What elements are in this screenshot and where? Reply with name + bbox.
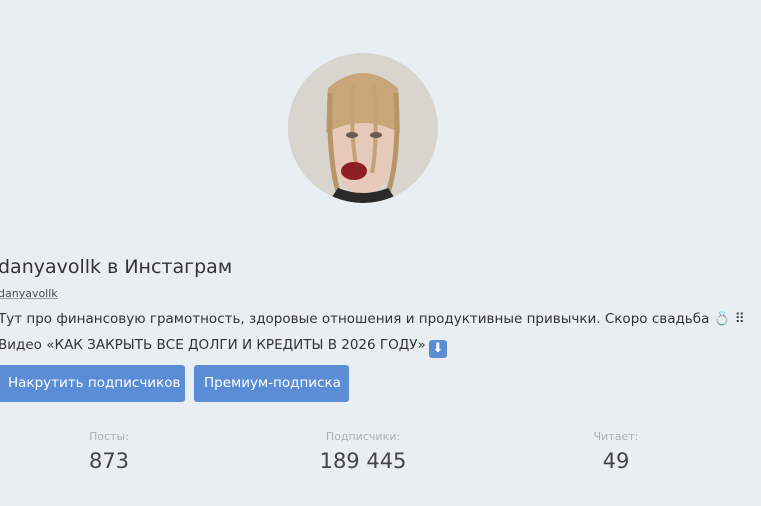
stat-posts-label: Посты: — [89, 430, 129, 443]
premium-subscription-button[interactable]: Премиум-подписка — [194, 365, 349, 402]
stat-posts: Посты: 873 — [29, 430, 189, 473]
stat-following: Читает: 49 — [536, 430, 696, 473]
profile-handle-link[interactable]: danyavollk — [0, 287, 58, 300]
profile-title: danyavollk в Инстаграм — [0, 256, 233, 278]
stat-followers: Подписчики: 189 445 — [283, 430, 443, 473]
boost-followers-button[interactable]: Накрутить подписчиков — [0, 365, 185, 402]
bio-line-2: Видео «КАК ЗАКРЫТЬ ВСЕ ДОЛГИ И КРЕДИТЫ В… — [0, 337, 447, 358]
bio-line-2-text: Видео «КАК ЗАКРЫТЬ ВСЕ ДОЛГИ И КРЕДИТЫ В… — [0, 337, 426, 353]
avatar[interactable] — [288, 53, 438, 203]
profile-page: danyavollk в Инстаграм danyavollk Тут пр… — [0, 0, 761, 506]
stat-following-value: 49 — [602, 449, 630, 473]
stat-followers-value: 189 445 — [319, 449, 407, 473]
stat-posts-value: 873 — [88, 449, 130, 473]
stat-following-label: Читает: — [593, 430, 639, 443]
avatar-photo — [288, 53, 438, 203]
down-arrow-emoji-icon: ⬇ — [428, 340, 447, 358]
bio-line-1: Тут про финансовую грамотность, здоровые… — [0, 311, 745, 327]
stat-followers-label: Подписчики: — [325, 430, 401, 443]
